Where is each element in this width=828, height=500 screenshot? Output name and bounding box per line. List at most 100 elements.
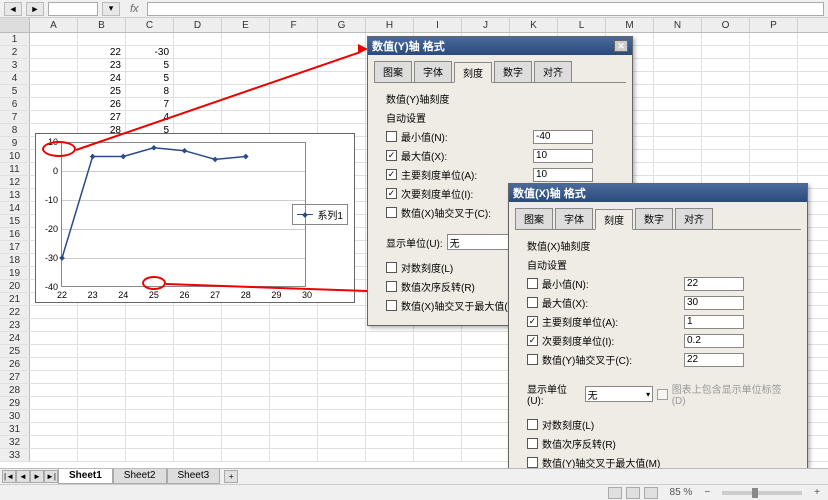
- cell[interactable]: [750, 150, 798, 162]
- cell[interactable]: [318, 371, 366, 383]
- cell[interactable]: [462, 371, 510, 383]
- cell[interactable]: [174, 371, 222, 383]
- cell[interactable]: [174, 384, 222, 396]
- embedded-chart[interactable]: 100-10-20-30-40 222324252627282930 系列1: [35, 133, 355, 303]
- cell[interactable]: [318, 98, 366, 110]
- cell[interactable]: [270, 436, 318, 448]
- checkbox-cross[interactable]: [527, 354, 538, 365]
- cell[interactable]: [30, 436, 78, 448]
- cell[interactable]: [30, 319, 78, 331]
- col-header-J[interactable]: J: [462, 18, 510, 32]
- tab-数字[interactable]: 数字: [494, 61, 532, 82]
- cell[interactable]: [654, 33, 702, 45]
- cell[interactable]: [366, 371, 414, 383]
- cell[interactable]: [654, 98, 702, 110]
- cell[interactable]: [174, 436, 222, 448]
- cell[interactable]: [174, 449, 222, 461]
- tab-对齐[interactable]: 对齐: [675, 208, 713, 229]
- input-major[interactable]: [533, 168, 593, 182]
- checkbox-min[interactable]: [386, 131, 397, 142]
- cell[interactable]: 24: [78, 72, 126, 84]
- zoom-out-icon[interactable]: −: [704, 487, 710, 498]
- cell[interactable]: [270, 111, 318, 123]
- cell[interactable]: [702, 98, 750, 110]
- cell[interactable]: [126, 397, 174, 409]
- cell[interactable]: [702, 137, 750, 149]
- cell[interactable]: [366, 436, 414, 448]
- toolbar-next-icon[interactable]: ►: [26, 2, 44, 16]
- row-header[interactable]: 5: [0, 85, 30, 97]
- row-header[interactable]: 7: [0, 111, 30, 123]
- cell[interactable]: [174, 85, 222, 97]
- cell[interactable]: 22: [78, 46, 126, 58]
- tab-字体[interactable]: 字体: [555, 208, 593, 229]
- input-max[interactable]: [533, 149, 593, 163]
- cell[interactable]: [126, 449, 174, 461]
- cell[interactable]: [78, 358, 126, 370]
- dialog-x-log-checkbox[interactable]: [527, 419, 538, 430]
- cell[interactable]: [366, 423, 414, 435]
- dialog-x-reverse-checkbox[interactable]: [527, 438, 538, 449]
- formula-input[interactable]: [147, 2, 824, 16]
- row-header[interactable]: 3: [0, 59, 30, 71]
- col-header-L[interactable]: L: [558, 18, 606, 32]
- cell[interactable]: [222, 59, 270, 71]
- cell[interactable]: [318, 384, 366, 396]
- input-max[interactable]: [684, 296, 744, 310]
- cell[interactable]: [366, 332, 414, 344]
- row-header[interactable]: 32: [0, 436, 30, 448]
- cell[interactable]: [702, 72, 750, 84]
- cell[interactable]: [318, 436, 366, 448]
- cell[interactable]: [78, 319, 126, 331]
- row-header[interactable]: 31: [0, 423, 30, 435]
- cell[interactable]: [78, 436, 126, 448]
- cell[interactable]: [366, 410, 414, 422]
- row-header[interactable]: 21: [0, 293, 30, 305]
- cell[interactable]: [414, 384, 462, 396]
- cell[interactable]: [174, 46, 222, 58]
- row-header[interactable]: 28: [0, 384, 30, 396]
- cell[interactable]: [174, 423, 222, 435]
- cell[interactable]: [78, 306, 126, 318]
- col-header-G[interactable]: G: [318, 18, 366, 32]
- cell[interactable]: 5: [126, 59, 174, 71]
- tab-图案[interactable]: 图案: [374, 61, 412, 82]
- cell[interactable]: [654, 137, 702, 149]
- cell[interactable]: [174, 397, 222, 409]
- row-header[interactable]: 17: [0, 241, 30, 253]
- cell[interactable]: [654, 124, 702, 136]
- cell[interactable]: [654, 150, 702, 162]
- cell[interactable]: [270, 449, 318, 461]
- cell[interactable]: [222, 436, 270, 448]
- zoom-percent[interactable]: 85 %: [670, 487, 693, 498]
- cell[interactable]: [702, 33, 750, 45]
- checkbox-major[interactable]: [527, 316, 538, 327]
- cell[interactable]: [702, 124, 750, 136]
- tab-刻度[interactable]: 刻度: [595, 209, 633, 230]
- cell[interactable]: [654, 111, 702, 123]
- sheet-nav-first-icon[interactable]: |◄: [2, 470, 16, 483]
- cell[interactable]: [414, 358, 462, 370]
- cell[interactable]: [462, 436, 510, 448]
- tab-刻度[interactable]: 刻度: [454, 62, 492, 83]
- cell[interactable]: 7: [126, 98, 174, 110]
- cell[interactable]: [750, 163, 798, 175]
- cell[interactable]: [126, 332, 174, 344]
- cell[interactable]: [750, 124, 798, 136]
- cell[interactable]: 23: [78, 59, 126, 71]
- cell[interactable]: [702, 111, 750, 123]
- tab-对齐[interactable]: 对齐: [534, 61, 572, 82]
- cell[interactable]: [222, 358, 270, 370]
- row-header[interactable]: 1: [0, 33, 30, 45]
- input-min[interactable]: [684, 277, 744, 291]
- cell[interactable]: [222, 423, 270, 435]
- dialog-y-reverse-checkbox[interactable]: [386, 281, 397, 292]
- cell[interactable]: [30, 384, 78, 396]
- row-header[interactable]: 6: [0, 98, 30, 110]
- name-box-dropdown-icon[interactable]: ▾: [102, 2, 120, 16]
- cell[interactable]: [174, 345, 222, 357]
- dialog-x-display-unit-select[interactable]: 无: [585, 386, 654, 402]
- cell[interactable]: [702, 150, 750, 162]
- cell[interactable]: [30, 46, 78, 58]
- zoom-in-icon[interactable]: +: [814, 487, 820, 498]
